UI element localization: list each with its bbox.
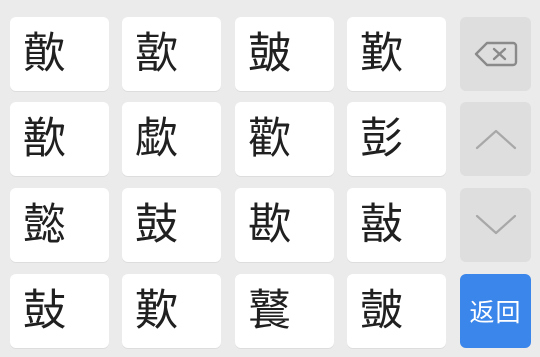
candidate-key[interactable]: 鼔 [10,274,109,348]
delete-button[interactable] [460,17,531,91]
candidate-key[interactable]: 歏 [347,17,446,91]
return-button[interactable]: 返回 [460,274,531,348]
candidate-key[interactable]: 彭 [347,102,446,176]
return-label: 返回 [469,298,522,327]
candidate-key[interactable]: 皼 [347,274,446,348]
candidate-key[interactable]: 懿 [10,188,109,262]
candidate-key[interactable]: 歖 [122,17,221,91]
candidate-key[interactable]: 皷 [235,17,334,91]
candidate-key[interactable]: 敼 [347,188,446,262]
candidate-keyboard: 歕 歖 皷 歏 歚 歔 歡 彭 懿 鼓 歁 敼 鼔 歎 鼚 皼 返回 [0,0,540,357]
candidate-key[interactable]: 歔 [122,102,221,176]
backspace-icon [474,40,518,68]
candidate-key[interactable]: 歎 [122,274,221,348]
candidate-key[interactable]: 歕 [10,17,109,91]
candidate-key[interactable]: 歡 [235,102,334,176]
candidate-key[interactable]: 歚 [10,102,109,176]
candidate-key[interactable]: 歁 [235,188,334,262]
candidate-key[interactable]: 鼓 [122,188,221,262]
page-up-button[interactable] [460,102,531,176]
chevron-up-icon [474,126,518,152]
page-down-button[interactable] [460,188,531,262]
chevron-down-icon [474,212,518,238]
candidate-key[interactable]: 鼚 [235,274,334,348]
